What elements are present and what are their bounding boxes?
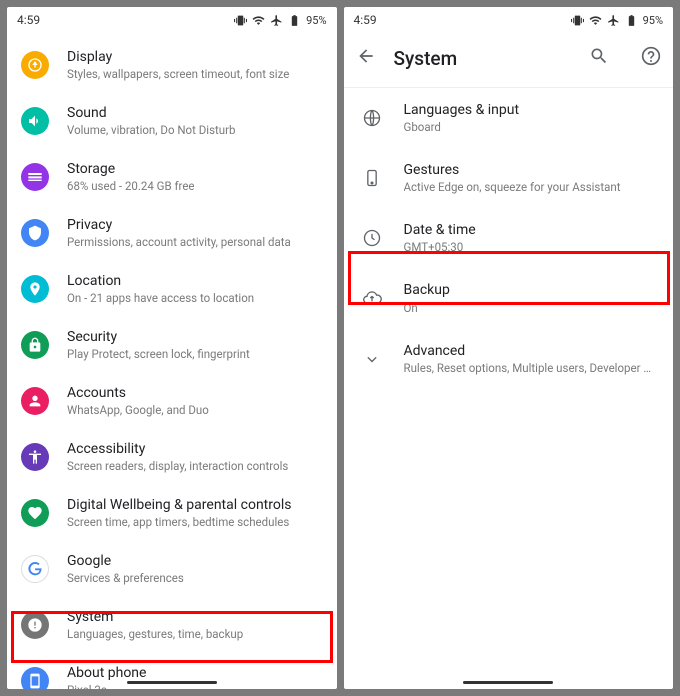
settings-list: DisplayStyles, wallpapers, screen timeou… [7, 33, 337, 689]
vibrate-icon [234, 14, 247, 27]
row-sub: Active Edge on, squeeze for your Assista… [404, 180, 656, 195]
row-sub: 68% used - 20.24 GB free [67, 179, 323, 194]
row-sub: On - 21 apps have access to location [67, 291, 323, 306]
row-storage[interactable]: Storage68% used - 20.24 GB free [7, 149, 337, 205]
status-bar: 4:59 95% [344, 7, 674, 33]
accounts-icon [21, 387, 49, 415]
row-sub: Styles, wallpapers, screen timeout, font… [67, 67, 323, 82]
help-button[interactable] [641, 46, 661, 70]
row-datetime[interactable]: Date & timeGMT+05:30 [344, 208, 674, 268]
row-title: Google [67, 552, 323, 570]
airplane-icon [607, 14, 620, 27]
row-title: Display [67, 48, 323, 66]
row-sub: Volume, vibration, Do Not Disturb [67, 123, 323, 138]
battery-icon [625, 14, 638, 27]
system-icon [21, 611, 49, 639]
backup-icon [362, 288, 382, 308]
row-title: Backup [404, 281, 656, 299]
row-title: Sound [67, 104, 323, 122]
status-bar: 4:59 95% [7, 7, 337, 33]
row-title: System [67, 608, 323, 626]
row-sub: Languages, gestures, time, backup [67, 627, 323, 642]
status-time: 4:59 [17, 13, 40, 27]
google-icon [21, 555, 49, 583]
row-advanced[interactable]: AdvancedRules, Reset options, Multiple u… [344, 329, 674, 389]
settings-main-screen: 4:59 95% DisplayStyles, wallpapers, scre… [7, 7, 337, 689]
row-sub: GMT+05:30 [404, 240, 656, 255]
row-title: Location [67, 272, 323, 290]
row-wellbeing[interactable]: Digital Wellbeing & parental controlsScr… [7, 485, 337, 541]
vibrate-icon [571, 14, 584, 27]
row-sub: Gboard [404, 120, 656, 135]
clock-icon [362, 228, 382, 248]
row-title: Gestures [404, 161, 656, 179]
row-title: Advanced [404, 342, 656, 360]
storage-icon [21, 163, 49, 191]
wifi-icon [589, 14, 602, 27]
row-sub: Rules, Reset options, Multiple users, De… [404, 361, 656, 376]
row-title: Privacy [67, 216, 323, 234]
row-title: Digital Wellbeing & parental controls [67, 496, 323, 514]
row-google[interactable]: GoogleServices & preferences [7, 541, 337, 597]
row-title: Storage [67, 160, 323, 178]
about-icon [21, 667, 49, 689]
row-system[interactable]: SystemLanguages, gestures, time, backup [7, 597, 337, 653]
row-privacy[interactable]: PrivacyPermissions, account activity, pe… [7, 205, 337, 261]
row-security[interactable]: SecurityPlay Protect, screen lock, finge… [7, 317, 337, 373]
row-sub: Play Protect, screen lock, fingerprint [67, 347, 323, 362]
system-settings-screen: 4:59 95% System Languages & inputGboard … [344, 7, 674, 689]
battery-percent: 95% [643, 14, 663, 27]
accessibility-icon [21, 443, 49, 471]
row-title: Date & time [404, 221, 656, 239]
row-languages[interactable]: Languages & inputGboard [344, 88, 674, 148]
battery-icon [288, 14, 301, 27]
nav-gesture-bar[interactable] [463, 681, 553, 684]
globe-icon [362, 108, 382, 128]
airplane-icon [270, 14, 283, 27]
gesture-icon [362, 168, 382, 188]
row-accessibility[interactable]: AccessibilityScreen readers, display, in… [7, 429, 337, 485]
battery-percent: 95% [306, 14, 326, 27]
wellbeing-icon [21, 499, 49, 527]
wifi-icon [252, 14, 265, 27]
search-button[interactable] [589, 46, 609, 70]
row-title: Security [67, 328, 323, 346]
row-sub: Screen readers, display, interaction con… [67, 459, 323, 474]
row-sub: On [404, 301, 656, 316]
nav-gesture-bar[interactable] [127, 681, 217, 684]
back-button[interactable] [356, 46, 376, 70]
location-icon [21, 275, 49, 303]
status-icons: 95% [234, 14, 326, 27]
row-accounts[interactable]: AccountsWhatsApp, Google, and Duo [7, 373, 337, 429]
row-sub: Screen time, app timers, bedtime schedul… [67, 515, 323, 530]
row-sub: WhatsApp, Google, and Duo [67, 403, 323, 418]
security-icon [21, 331, 49, 359]
row-location[interactable]: LocationOn - 21 apps have access to loca… [7, 261, 337, 317]
row-sub: Pixel 3a [67, 683, 323, 689]
row-backup[interactable]: Backup On [344, 268, 674, 328]
display-icon [21, 51, 49, 79]
privacy-icon [21, 219, 49, 247]
chevron-down-icon [362, 349, 382, 369]
status-icons: 95% [571, 14, 663, 27]
row-gestures[interactable]: GesturesActive Edge on, squeeze for your… [344, 148, 674, 208]
row-sub: Services & preferences [67, 571, 323, 586]
app-bar: System [344, 33, 674, 83]
sound-icon [21, 107, 49, 135]
row-title: About phone [67, 664, 323, 682]
row-display[interactable]: DisplayStyles, wallpapers, screen timeou… [7, 37, 337, 93]
page-title: System [394, 47, 558, 70]
row-title: Accounts [67, 384, 323, 402]
row-title: Accessibility [67, 440, 323, 458]
row-sound[interactable]: SoundVolume, vibration, Do Not Disturb [7, 93, 337, 149]
row-sub: Permissions, account activity, personal … [67, 235, 323, 250]
status-time: 4:59 [354, 13, 377, 27]
row-title: Languages & input [404, 101, 656, 119]
